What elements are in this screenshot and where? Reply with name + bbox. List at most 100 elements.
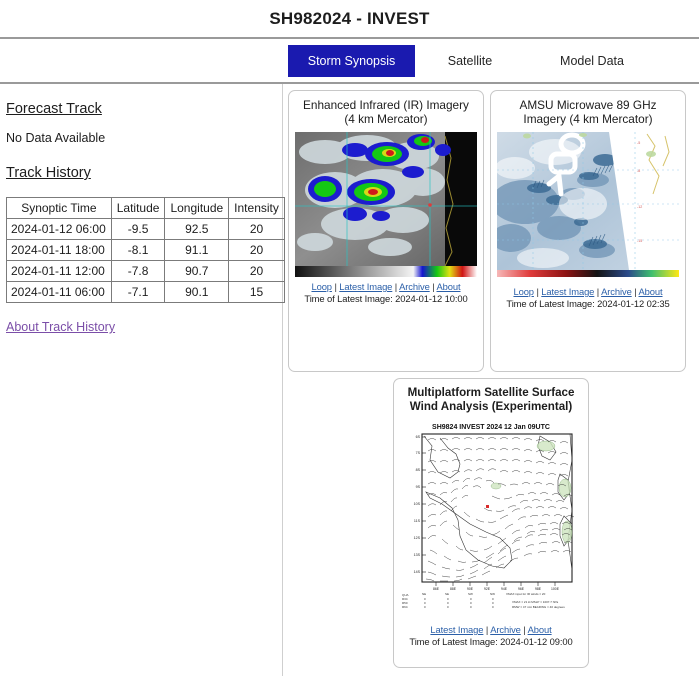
cell-latitude: -7.8	[110, 260, 166, 282]
cell-time: 2024-01-11 12:00	[6, 260, 112, 282]
svg-text:-12: -12	[637, 205, 642, 209]
ir-links-row: Loop | Latest Image | Archive | About	[295, 281, 477, 292]
ir-satellite-image[interactable]	[295, 132, 477, 277]
mpsw-about-link[interactable]: About	[528, 624, 552, 635]
table-row: 2024-01-11 06:00 -7.1 90.1 15	[6, 281, 285, 303]
track-history-heading: Track History	[6, 165, 91, 181]
content-area: Enhanced Infrared (IR) Imagery (4 km Mer…	[283, 84, 699, 676]
svg-text:NW: NW	[490, 592, 495, 596]
mpsw-archive-link[interactable]: Archive	[490, 624, 521, 635]
cell-intensity: 20	[228, 218, 285, 240]
sep: |	[429, 281, 437, 292]
svg-text:NE: NE	[422, 592, 426, 596]
mpsw-stats-line1: VMAX = 21 kt MSLP = 1007.7 hPa	[512, 600, 558, 604]
svg-text:SW: SW	[468, 592, 473, 596]
column-latitude: Latitude	[110, 197, 166, 219]
svg-text:88E: 88E	[450, 587, 457, 591]
cell-latitude: -9.5	[110, 218, 166, 240]
table-header-row: Synoptic Time Latitude Longitude Intensi…	[6, 197, 285, 219]
mpsw-plot-header: SH9824 INVEST 2024 12 Jan 09UTC	[432, 424, 550, 431]
svg-text:-5: -5	[637, 141, 640, 145]
svg-text:6S: 6S	[416, 435, 421, 439]
mpsw-stats-line2: RMW = 47 nmi BEARING = 40 degrees	[512, 605, 565, 609]
svg-text:R64: R64	[402, 605, 408, 609]
ir-timestamp: Time of Latest Image: 2024-01-12 10:00	[304, 293, 468, 304]
svg-text:92E: 92E	[484, 587, 491, 591]
mpsw-links-row: Latest Image | Archive | About	[400, 624, 582, 635]
svg-text:-8: -8	[637, 169, 640, 173]
cell-longitude: 90.7	[164, 260, 230, 282]
ir-imagery-card: Enhanced Infrared (IR) Imagery (4 km Mer…	[288, 90, 484, 372]
tab-model-data[interactable]: Model Data	[533, 45, 651, 77]
amsu-imagery-card: AMSU Microwave 89 GHz Imagery (4 km Merc…	[490, 90, 686, 372]
page-root: SH982024 - INVEST Storm Synopsis Satelli…	[0, 0, 699, 678]
cell-intensity: 20	[228, 239, 285, 261]
svg-text:13S: 13S	[414, 553, 421, 557]
about-track-history-link[interactable]: About Track History	[6, 320, 115, 334]
column-longitude: Longitude	[164, 197, 230, 219]
svg-text:7S: 7S	[416, 451, 421, 455]
ir-card-title: Enhanced Infrared (IR) Imagery (4 km Mer…	[303, 98, 469, 126]
tab-storm-synopsis[interactable]: Storm Synopsis	[288, 44, 415, 77]
column-synoptic-time: Synoptic Time	[6, 197, 112, 219]
cell-latitude: -7.1	[110, 281, 166, 303]
mpsw-wind-analysis-plot[interactable]: SH9824 INVEST 2024 12 Jan 09UTC 6S 7S 8S 9…	[400, 420, 582, 620]
sep: |	[631, 286, 639, 297]
amsu-archive-link[interactable]: Archive	[601, 286, 632, 297]
table-row: 2024-01-11 18:00 -8.1 91.1 20	[6, 239, 285, 261]
imagery-card-row: Enhanced Infrared (IR) Imagery (4 km Mer…	[288, 90, 694, 372]
cell-time: 2024-01-11 18:00	[6, 239, 112, 261]
amsu-timestamp: Time of Latest Image: 2024-01-12 02:35	[506, 298, 670, 309]
svg-text:12S: 12S	[414, 536, 421, 540]
amsu-loop-link[interactable]: Loop	[513, 286, 534, 297]
forecast-track-heading: Forecast Track	[6, 101, 102, 117]
svg-text:100E: 100E	[551, 587, 560, 591]
track-history-table: Synoptic Time Latitude Longitude Intensi…	[6, 197, 285, 303]
amsu-about-link[interactable]: About	[639, 286, 663, 297]
cell-longitude: 91.1	[164, 239, 230, 261]
svg-text:11S: 11S	[414, 519, 421, 523]
ir-latest-image-link[interactable]: Latest Image	[339, 281, 392, 292]
storm-center-marker	[486, 505, 489, 508]
svg-text:98E: 98E	[535, 587, 542, 591]
svg-text:96E: 96E	[518, 587, 525, 591]
svg-text:86E: 86E	[433, 587, 440, 591]
page-body: Forecast Track No Data Available Track H…	[0, 84, 699, 676]
cell-time: 2024-01-12 06:00	[6, 218, 112, 240]
mpsw-card-title: Multiplatform Satellite Surface Wind Ana…	[407, 386, 575, 413]
mpsw-stats-note: VMAX input for IR winds = 20	[506, 592, 546, 596]
tab-bar: Storm Synopsis Satellite Model Data	[0, 39, 699, 84]
amsu-card-title: AMSU Microwave 89 GHz Imagery (4 km Merc…	[519, 98, 657, 126]
ir-loop-link[interactable]: Loop	[311, 281, 332, 292]
amsu-satellite-image[interactable]: -5 -8 -12 -15	[497, 132, 679, 282]
svg-text:90E: 90E	[467, 587, 474, 591]
page-header: SH982024 - INVEST	[0, 0, 699, 39]
tab-satellite[interactable]: Satellite	[419, 45, 521, 77]
cell-longitude: 92.5	[164, 218, 230, 240]
multiplatform-wind-card: Multiplatform Satellite Surface Wind Ana…	[393, 378, 589, 668]
cell-time: 2024-01-11 06:00	[6, 281, 112, 303]
page-title: SH982024 - INVEST	[269, 8, 430, 28]
amsu-links-row: Loop | Latest Image | Archive | About	[497, 286, 679, 297]
forecast-track-note: No Data Available	[6, 131, 106, 145]
cell-intensity: 15	[228, 281, 285, 303]
mpsw-timestamp: Time of Latest Image: 2024-01-12 09:00	[409, 636, 573, 647]
column-intensity: Intensity	[228, 197, 285, 219]
ir-about-link[interactable]: About	[437, 281, 461, 292]
svg-text:94E: 94E	[501, 587, 508, 591]
ir-archive-link[interactable]: Archive	[399, 281, 430, 292]
sep: |	[520, 624, 528, 635]
table-row: 2024-01-12 06:00 -9.5 92.5 20	[6, 218, 285, 240]
cell-intensity: 20	[228, 260, 285, 282]
cell-longitude: 90.1	[164, 281, 230, 303]
sidebar: Forecast Track No Data Available Track H…	[0, 84, 285, 676]
mpsw-latest-image-link[interactable]: Latest Image	[430, 624, 483, 635]
cell-latitude: -8.1	[110, 239, 166, 261]
table-row: 2024-01-11 12:00 -7.8 90.7 20	[6, 260, 285, 282]
svg-text:10S: 10S	[414, 502, 421, 506]
amsu-latest-image-link[interactable]: Latest Image	[541, 286, 594, 297]
svg-text:14S: 14S	[414, 570, 421, 574]
svg-text:9S: 9S	[416, 485, 421, 489]
svg-text:8S: 8S	[416, 468, 421, 472]
svg-text:SE: SE	[445, 592, 449, 596]
